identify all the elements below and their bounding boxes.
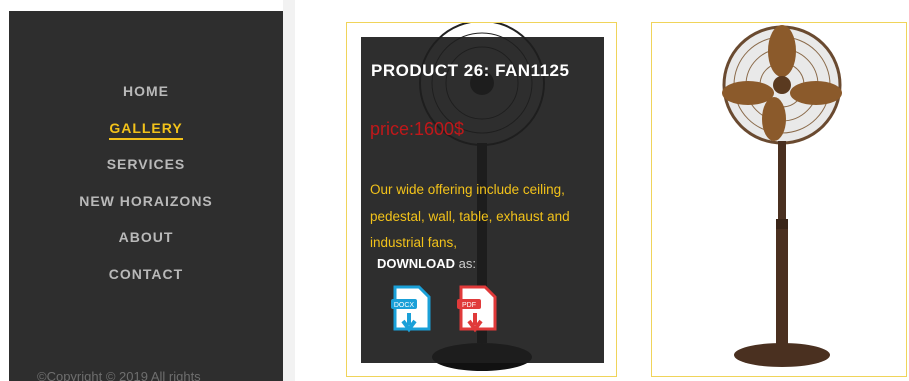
- nav-item-gallery-label: GALLERY: [109, 119, 183, 140]
- nav-item-services[interactable]: SERVICES: [9, 154, 283, 191]
- bronze-fan-image: [722, 25, 842, 367]
- product-card-image[interactable]: [651, 22, 907, 377]
- nav-item-about[interactable]: ABOUT: [9, 227, 283, 264]
- nav-item-home-label: HOME: [123, 83, 169, 99]
- download-text: DOWNLOAD as:: [377, 256, 476, 271]
- main-nav: HOME GALLERY SERVICES NEW HORAIZONS ABOU…: [9, 81, 283, 300]
- download-suffix: as:: [455, 256, 476, 271]
- nav-item-home[interactable]: HOME: [9, 81, 283, 118]
- copyright-text: ©Copyright © 2019 All rights: [37, 369, 201, 381]
- nav-item-services-label: SERVICES: [106, 156, 186, 172]
- product-title: PRODUCT 26: FAN1125: [371, 61, 570, 80]
- product-description: Our wide offering include ceiling, pedes…: [370, 182, 570, 250]
- nav-item-about-label: ABOUT: [118, 229, 174, 245]
- docx-icon-label: DOCX: [394, 302, 415, 309]
- docx-file-icon[interactable]: DOCX: [389, 285, 437, 341]
- sidebar-gap: [283, 0, 295, 381]
- nav-item-new-horaizons[interactable]: NEW HORAIZONS: [9, 191, 283, 228]
- product-card[interactable]: PRODUCT 26: FAN1125 price:1600$ Our wide…: [346, 22, 617, 377]
- pdf-icon-label: PDF: [462, 302, 476, 309]
- download-label: DOWNLOAD: [377, 256, 455, 271]
- pdf-file-icon[interactable]: PDF: [455, 285, 503, 341]
- nav-item-contact-label: CONTACT: [108, 265, 184, 282]
- nav-item-contact[interactable]: CONTACT: [9, 264, 283, 301]
- product-price: price:1600$: [370, 119, 465, 139]
- nav-item-gallery[interactable]: GALLERY: [9, 118, 283, 155]
- nav-item-new-horaizons-label: NEW HORAIZONS: [79, 192, 213, 209]
- sidebar: HOME GALLERY SERVICES NEW HORAIZONS ABOU…: [9, 11, 283, 381]
